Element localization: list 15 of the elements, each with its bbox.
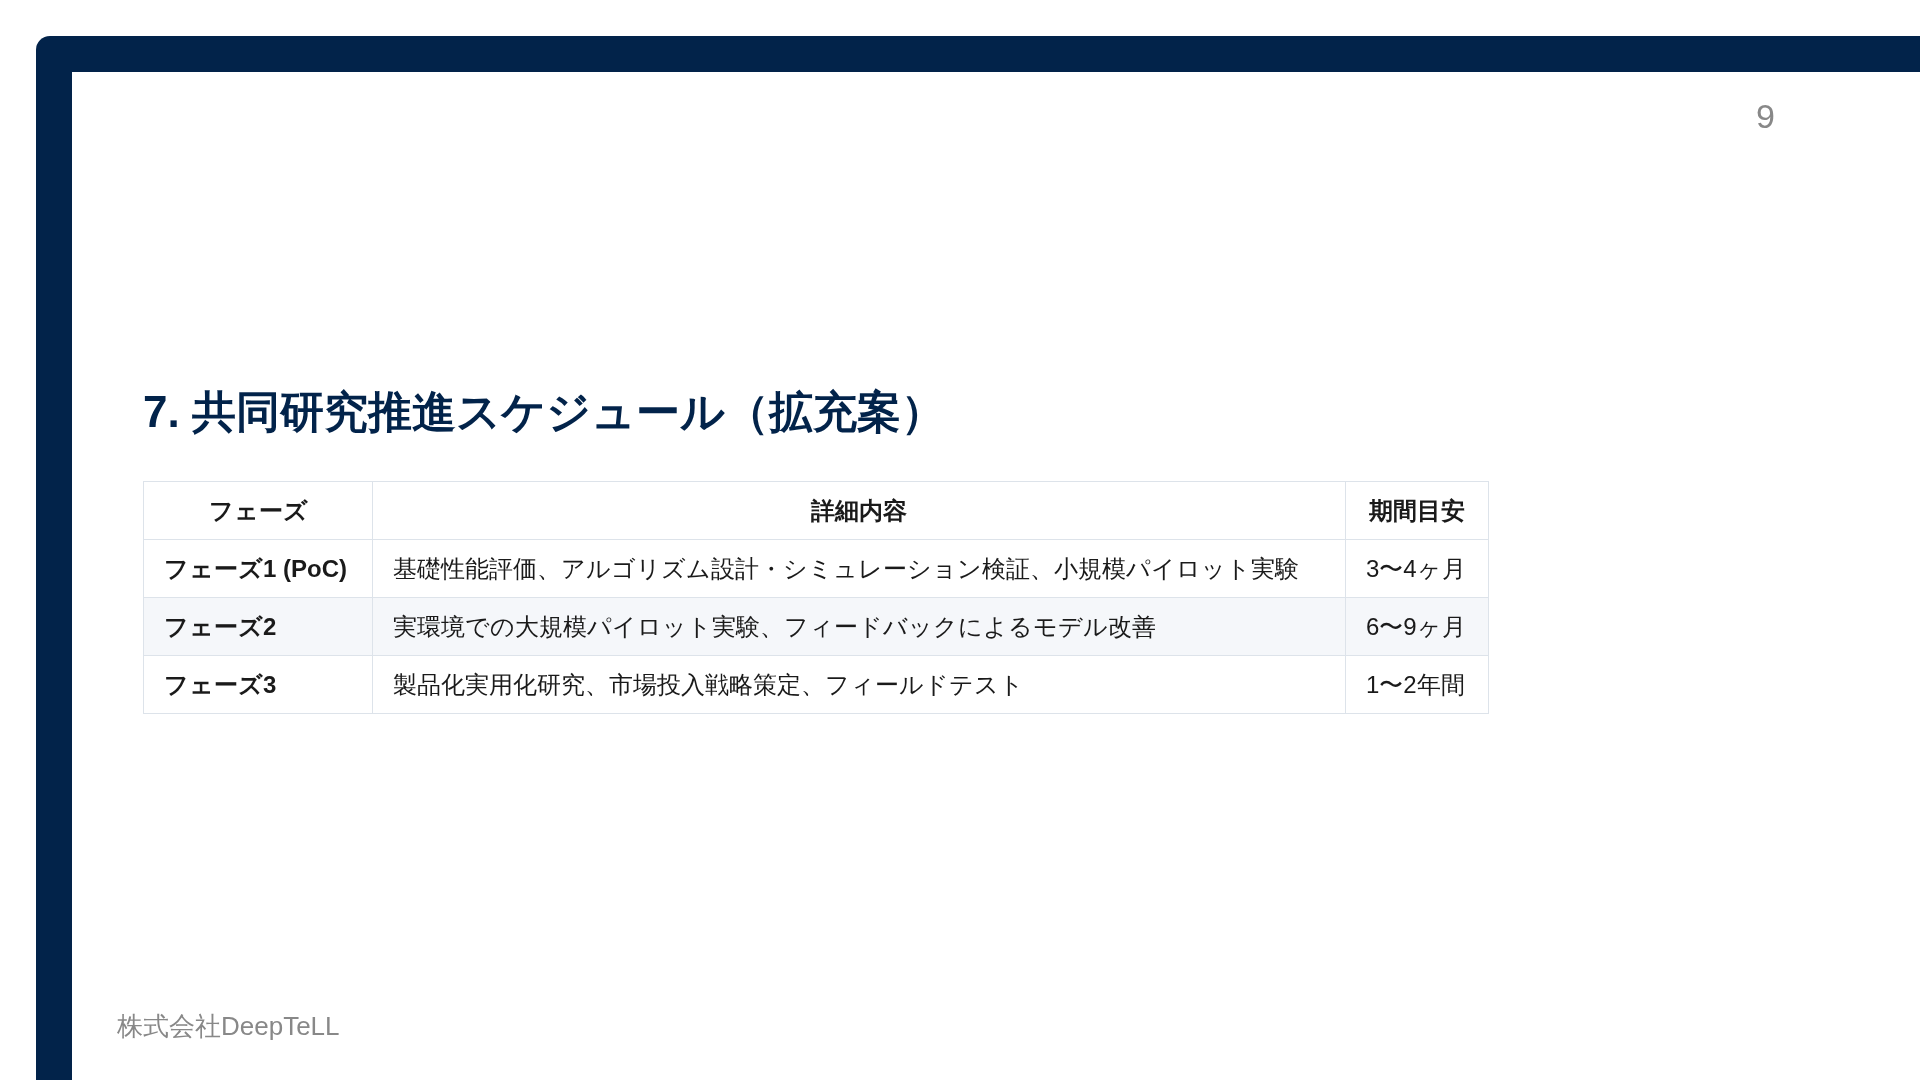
details-cell: 製品化実用化研究、市場投入戦略策定、フィールドテスト [372,655,1346,714]
phase-cell: フェーズ1 (PoC) [143,539,373,598]
column-header: 詳細内容 [372,481,1346,540]
column-header: 期間目安 [1345,481,1489,540]
slide-title: 7. 共同研究推進スケジュール（拡充案） [143,386,946,438]
duration-cell: 6〜9ヶ月 [1345,597,1489,656]
page-number: 9 [1756,96,1775,137]
column-header: フェーズ [143,481,373,540]
duration-cell: 3〜4ヶ月 [1345,539,1489,598]
duration-cell: 1〜2年間 [1345,655,1489,714]
phase-cell: フェーズ2 [143,597,373,656]
company-name: 株式会社DeepTeLL [117,1010,341,1043]
details-cell: 実環境での大規模パイロット実験、フィードバックによるモデル改善 [372,597,1346,656]
phase-cell: フェーズ3 [143,655,373,714]
details-cell: 基礎性能評価、アルゴリズム設計・シミュレーション検証、小規模パイロット実験 [372,539,1346,598]
